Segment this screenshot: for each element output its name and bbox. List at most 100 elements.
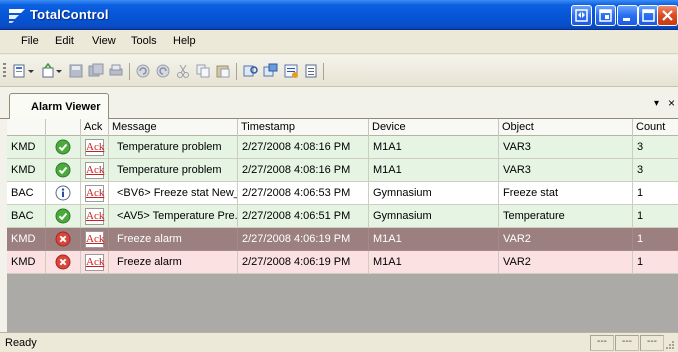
alarm-grid: Ack Message Timestamp Device Object Coun…: [7, 119, 678, 332]
column-header-status[interactable]: [46, 119, 81, 136]
menu-help[interactable]: Help: [173, 35, 196, 47]
menu-view[interactable]: View: [92, 35, 116, 47]
column-header-source[interactable]: [7, 119, 46, 136]
ack-button[interactable]: Ack: [85, 231, 104, 248]
cell-ack: Ack: [81, 182, 109, 205]
toolbar-separator: [236, 63, 237, 80]
tab-alarm-viewer[interactable]: Alarm Viewer: [9, 93, 109, 118]
copy-icon[interactable]: [195, 63, 211, 79]
info-circle-icon: [55, 185, 71, 201]
alarm-viewer-panel: Alarm Viewer ▾ × Ack Message Timestamp D…: [0, 87, 678, 332]
redo-icon[interactable]: [155, 63, 171, 79]
resize-grip-icon[interactable]: [664, 339, 675, 350]
print-icon[interactable]: [108, 63, 124, 79]
cell-device: M1A1: [369, 136, 499, 159]
cell-count: 3: [633, 159, 678, 182]
menu-bar: File Edit View Tools Help: [0, 30, 678, 54]
check-circle-icon: [55, 208, 71, 224]
column-header-device[interactable]: Device: [369, 119, 499, 136]
table-row[interactable]: BAC Ack <AV5> Temperature Pre... 2/27/2008 …: [7, 205, 678, 228]
cell-message: <BV6> Freeze stat New_...: [109, 182, 238, 205]
column-header-ack[interactable]: Ack: [81, 119, 109, 136]
cell-source: KMD: [7, 228, 46, 251]
save-icon[interactable]: [68, 63, 84, 79]
float-window-button[interactable]: [595, 5, 616, 26]
cell-source: BAC: [7, 205, 46, 228]
properties-icon[interactable]: [283, 63, 299, 79]
find-icon[interactable]: [243, 63, 259, 79]
status-text: Ready: [5, 337, 37, 349]
cell-count: 1: [633, 251, 678, 274]
close-button[interactable]: [657, 5, 678, 26]
menu-file[interactable]: File: [21, 35, 39, 47]
open-icon[interactable]: [40, 63, 56, 79]
ack-button[interactable]: Ack: [85, 139, 104, 156]
cell-count: 1: [633, 205, 678, 228]
cell-ack: Ack: [81, 205, 109, 228]
ack-button[interactable]: Ack: [85, 254, 104, 271]
table-row[interactable]: KMD Ack Freeze alarm 2/27/2008 4:06:19 PM M1…: [7, 251, 678, 274]
cell-status: [46, 205, 81, 228]
column-header-count[interactable]: Count: [633, 119, 678, 136]
toolbar-grip[interactable]: [3, 63, 6, 79]
cell-ack: Ack: [81, 159, 109, 182]
ack-button[interactable]: Ack: [85, 185, 104, 202]
cell-device: Gymnasium: [369, 182, 499, 205]
dropdown-arrow-icon[interactable]: [28, 63, 34, 79]
table-row[interactable]: KMD Ack Temperature problem 2/27/2008 4:08:…: [7, 136, 678, 159]
cell-device: M1A1: [369, 159, 499, 182]
table-row[interactable]: KMD Ack Temperature problem 2/27/2008 4:08:…: [7, 159, 678, 182]
minimize-button[interactable]: [617, 5, 638, 26]
cell-object: VAR3: [499, 159, 633, 182]
status-panel-1: ---: [590, 335, 614, 351]
cell-count: 3: [633, 136, 678, 159]
save-all-icon[interactable]: [88, 63, 104, 79]
check-circle-icon: [55, 139, 71, 155]
column-header-object[interactable]: Object: [499, 119, 633, 136]
cell-ack: Ack: [81, 228, 109, 251]
panel-menu-icon[interactable]: ▾: [654, 98, 659, 109]
toolbar-separator: [129, 63, 130, 80]
window-title: TotalControl: [30, 7, 109, 22]
menu-edit[interactable]: Edit: [55, 35, 74, 47]
new-document-icon[interactable]: [12, 63, 28, 79]
paste-icon[interactable]: [215, 63, 231, 79]
ack-button[interactable]: Ack: [85, 162, 104, 179]
cell-status: [46, 159, 81, 182]
cell-device: M1A1: [369, 251, 499, 274]
table-row[interactable]: BAC Ack <BV6> Freeze stat New_... 2/27/2008…: [7, 182, 678, 205]
cut-icon[interactable]: [175, 63, 191, 79]
table-row[interactable]: KMD Ack Freeze alarm 2/27/2008 4:06:19 PM M1…: [7, 228, 678, 251]
float-window-icon: [599, 9, 612, 22]
cell-message: Freeze alarm: [109, 228, 238, 251]
maximize-button[interactable]: [638, 5, 659, 26]
status-panel-2: ---: [615, 335, 639, 351]
toolbar: [0, 55, 678, 87]
panel-close-icon[interactable]: ×: [668, 96, 675, 110]
minimize-icon: [623, 18, 630, 21]
maximize-icon: [642, 9, 655, 22]
cell-timestamp: 2/27/2008 4:08:16 PM: [238, 136, 369, 159]
undo-icon[interactable]: [135, 63, 151, 79]
column-header-timestamp[interactable]: Timestamp: [238, 119, 369, 136]
cell-status: [46, 251, 81, 274]
find-next-icon[interactable]: [263, 63, 279, 79]
app-logo-icon: [9, 9, 25, 23]
column-header-message[interactable]: Message: [109, 119, 238, 136]
ack-button[interactable]: Ack: [85, 208, 104, 225]
close-icon: [662, 10, 673, 21]
toolbar-separator: [323, 63, 324, 80]
cell-message: Freeze alarm: [109, 251, 238, 274]
grid-header: Ack Message Timestamp Device Object Coun…: [7, 119, 678, 136]
cell-object: VAR3: [499, 136, 633, 159]
cell-timestamp: 2/27/2008 4:06:51 PM: [238, 205, 369, 228]
error-circle-icon: [55, 231, 71, 247]
dock-button[interactable]: [571, 5, 592, 26]
cell-message: Temperature problem: [109, 159, 238, 182]
status-panel-3: ---: [640, 335, 664, 351]
menu-tools[interactable]: Tools: [131, 35, 157, 47]
cell-timestamp: 2/27/2008 4:06:53 PM: [238, 182, 369, 205]
cell-ack: Ack: [81, 251, 109, 274]
list-view-icon[interactable]: [303, 63, 319, 79]
dropdown-arrow-icon[interactable]: [56, 63, 62, 79]
